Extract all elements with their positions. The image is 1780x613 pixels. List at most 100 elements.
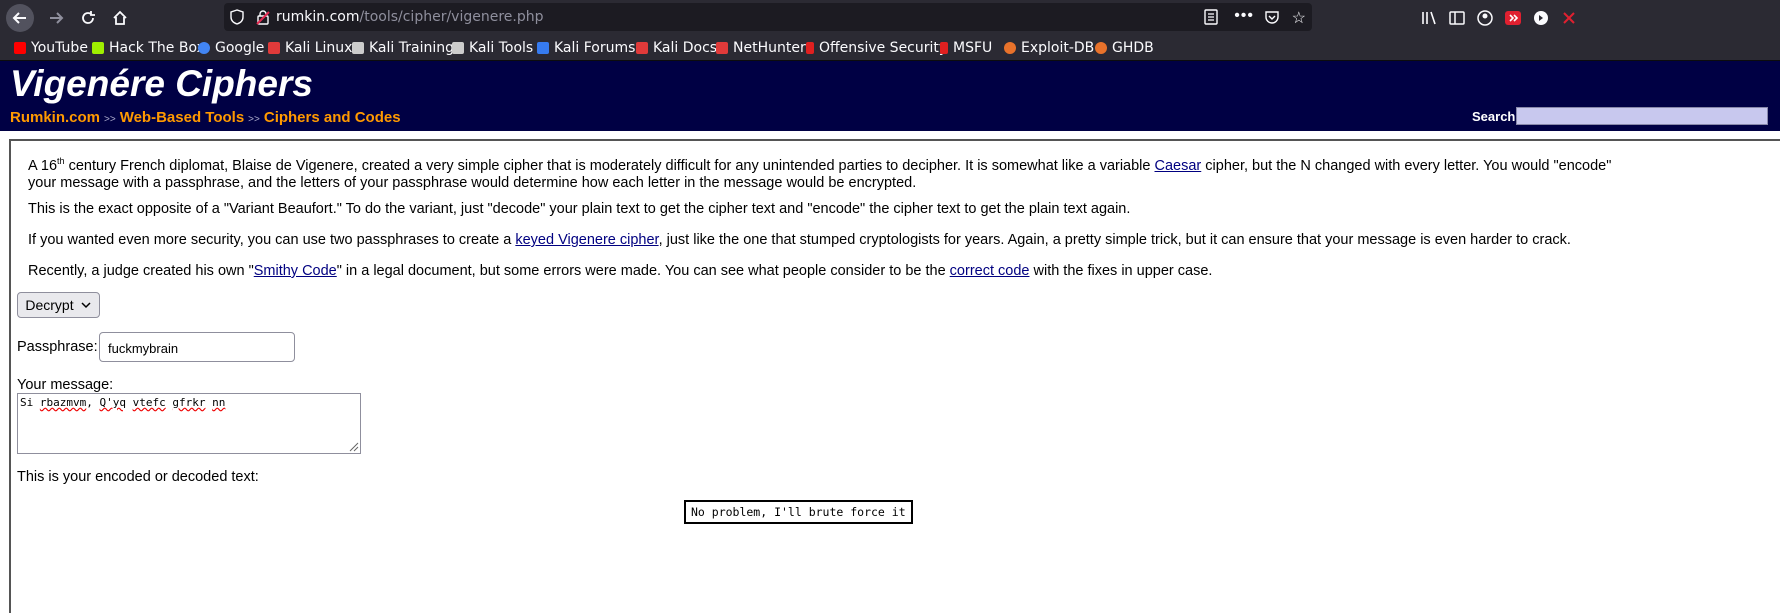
offsec-icon (806, 42, 814, 54)
breadcrumb-rumkin[interactable]: Rumkin.com (10, 109, 100, 126)
bookmark-label: Kali Linux (285, 40, 353, 56)
bookmark-google[interactable]: Google (198, 39, 264, 57)
text: with the fixes in upper case. (1029, 263, 1213, 279)
resize-handle-icon[interactable] (349, 442, 359, 452)
home-button[interactable] (106, 4, 134, 32)
message-word: nn (212, 396, 226, 409)
message-word: vtefc (132, 396, 166, 409)
message-label: Your message: (17, 377, 114, 393)
back-button[interactable] (6, 4, 34, 32)
message-space (33, 396, 40, 409)
reader-view-icon[interactable] (1204, 9, 1218, 25)
kali-dragon-icon (452, 42, 464, 54)
mode-select-value: Decrypt (25, 297, 74, 313)
exploitdb-icon (1004, 42, 1016, 54)
page-actions-icon[interactable]: ••• (1234, 7, 1254, 25)
url-bar[interactable]: rumkin.com/tools/cipher/vigenere.php •••… (224, 3, 1312, 31)
bookmark-ghdb[interactable]: GHDB (1095, 39, 1154, 57)
text: , just like the one that stumped cryptol… (658, 232, 1571, 248)
arrow-right-icon (50, 12, 64, 24)
bookmark-hack-the-box[interactable]: Hack The Box (92, 39, 205, 57)
forward-button[interactable] (42, 4, 70, 32)
insecure-lock-icon[interactable] (256, 9, 270, 25)
bookmark-label: Kali Docs (653, 40, 718, 56)
bookmark-label: Google (215, 40, 265, 56)
extension-icon[interactable] (1532, 9, 1550, 27)
library-icon[interactable] (1420, 9, 1438, 27)
bookmark-kali-forums[interactable]: Kali Forums (537, 39, 635, 57)
bookmark-label: Hack The Box (109, 40, 205, 56)
smithy-code-link[interactable]: Smithy Code (254, 263, 337, 279)
bookmark-label: MSFU (953, 40, 993, 56)
result-label: This is your encoded or decoded text: (17, 469, 259, 485)
message-space (126, 396, 133, 409)
sidebar-icon[interactable] (1448, 9, 1466, 27)
bookmark-exploit-db[interactable]: Exploit-DB (1004, 39, 1094, 57)
home-icon (113, 10, 127, 25)
reload-icon (82, 11, 95, 24)
keyed-vigenere-link[interactable]: keyed Vigenere cipher (515, 232, 658, 248)
breadcrumb-web-based-tools[interactable]: Web-Based Tools (120, 109, 244, 126)
smithy-paragraph: Recently, a judge created his own "Smith… (28, 263, 1212, 280)
breadcrumb-separator: >> (248, 114, 260, 125)
superscript: th (57, 156, 65, 166)
text: Recently, a judge created his own " (28, 263, 254, 279)
search-input[interactable] (1516, 107, 1768, 125)
message-textarea[interactable]: Si rbazmvm, Q'yq vtefc gfrkr nn (17, 393, 361, 454)
bookmark-label: GHDB (1112, 40, 1154, 56)
bookmark-kali-tools[interactable]: Kali Tools (452, 39, 533, 57)
url-path: /tools/cipher/vigenere.php (359, 9, 544, 25)
reload-button[interactable] (74, 4, 102, 32)
caesar-link[interactable]: Caesar (1155, 158, 1202, 174)
htb-icon (92, 42, 104, 54)
passphrase-input[interactable]: fuckmybrain (99, 332, 295, 362)
kali-dragon-icon (352, 42, 364, 54)
youtube-icon (14, 42, 26, 54)
shield-icon[interactable] (230, 9, 244, 25)
bookmark-label: Kali Training (369, 40, 454, 56)
bookmarks-toolbar: YouTube Hack The Box Google Kali Linux K… (0, 36, 1780, 61)
bookmark-kali-docs[interactable]: Kali Docs (636, 39, 717, 57)
page-title: Vigenére Ciphers (10, 63, 313, 104)
message-word: Si (20, 396, 34, 409)
keyed-paragraph: If you wanted even more security, you ca… (28, 232, 1571, 249)
chevron-down-icon (81, 302, 91, 309)
bookmark-kali-training[interactable]: Kali Training (352, 39, 454, 57)
bookmark-label: YouTube (31, 40, 88, 56)
search-label: Search: (1472, 109, 1520, 124)
message-word: Q'yq (99, 396, 126, 409)
bookmark-nethunter[interactable]: NetHunter (716, 39, 806, 57)
content-panel: A 16th century French diplomat, Blaise d… (9, 139, 1780, 613)
variant-paragraph: This is the exact opposite of a "Variant… (28, 201, 1131, 217)
browser-toolbar: rumkin.com/tools/cipher/vigenere.php •••… (0, 0, 1780, 36)
url-host: rumkin.com (276, 9, 360, 25)
mode-select[interactable]: Decrypt (17, 292, 100, 318)
bookmark-star-icon[interactable]: ☆ (1292, 8, 1306, 28)
offsec-icon (940, 42, 948, 54)
text: " in a legal document, but some errors w… (336, 263, 950, 279)
bookmark-offensive-security[interactable]: Offensive Security (806, 39, 947, 57)
breadcrumb-ciphers-and-codes[interactable]: Ciphers and Codes (264, 109, 401, 126)
pocket-icon[interactable] (1264, 9, 1280, 25)
bookmark-msfu[interactable]: MSFU (940, 39, 992, 57)
arrow-left-icon (12, 12, 26, 24)
bookmark-kali-linux[interactable]: Kali Linux (268, 39, 352, 57)
kali-icon (268, 42, 280, 54)
exploitdb-icon (1095, 42, 1107, 54)
message-space: , (86, 396, 100, 409)
result-output: No problem, I'll brute force it (684, 500, 913, 524)
extension-red-icon[interactable] (1504, 9, 1522, 27)
account-icon[interactable] (1476, 9, 1494, 27)
kali-docs-icon (636, 42, 648, 54)
kali-icon (716, 42, 728, 54)
bookmark-youtube[interactable]: YouTube (14, 39, 88, 57)
correct-code-link[interactable]: correct code (950, 263, 1030, 279)
message-word: gfrkr (172, 396, 206, 409)
extension-overflow-icon[interactable] (1560, 9, 1578, 27)
breadcrumb-separator: >> (104, 114, 116, 125)
passphrase-label: Passphrase: (17, 339, 98, 355)
site-header: Vigenére Ciphers Rumkin.com >> Web-Based T… (0, 61, 1780, 131)
bookmark-label: Kali Forums (554, 40, 636, 56)
url-text[interactable]: rumkin.com/tools/cipher/vigenere.php (276, 9, 544, 25)
intro-paragraph: A 16th century French diplomat, Blaise d… (28, 153, 1768, 192)
